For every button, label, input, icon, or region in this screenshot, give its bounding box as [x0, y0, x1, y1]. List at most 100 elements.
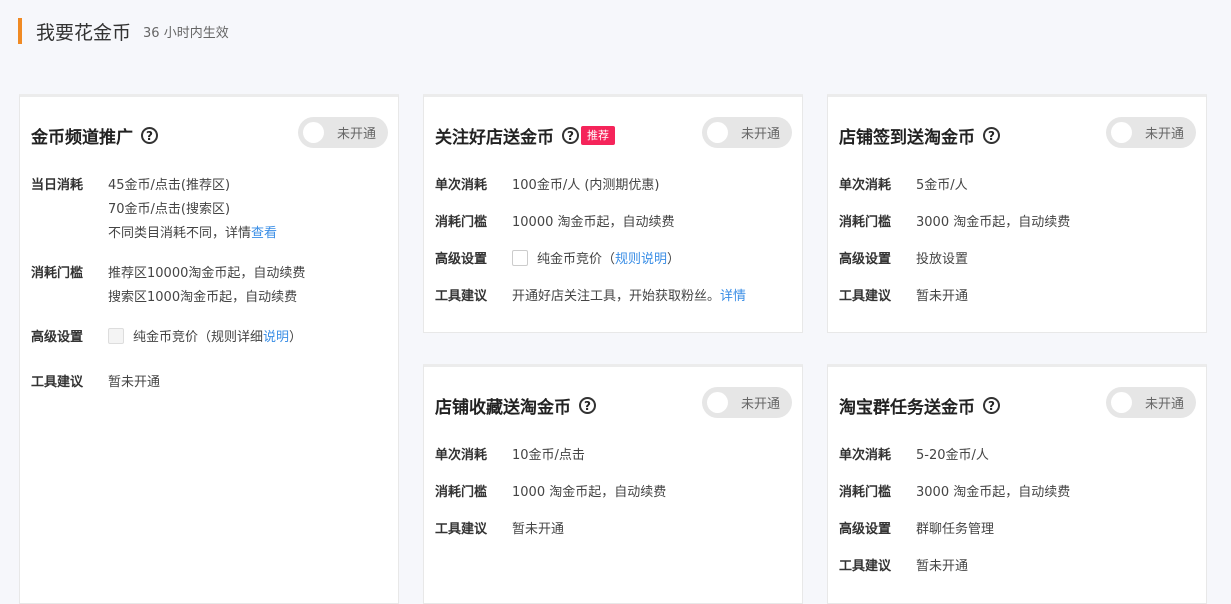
bidding-checkbox[interactable] [108, 328, 124, 344]
row-value: 暂未开通 [916, 285, 968, 309]
row-label: 工具建议 [31, 371, 108, 395]
row-value: 5-20金币/人 [916, 444, 989, 468]
toggle-label: 未开通 [337, 123, 376, 142]
row-suggestion: 工具建议 开通好店关注工具，开始获取粉丝。详情 [435, 285, 792, 309]
card-title-text: 店铺收藏送淘金币 [435, 393, 571, 418]
row-daily-cost: 当日消耗 45金币/点击(推荐区) 70金币/点击(搜索区) 不同类目消耗不同，… [31, 174, 388, 246]
row-label: 单次消耗 [435, 444, 512, 468]
enable-toggle[interactable]: 未开通 [1106, 387, 1196, 418]
toggle-knob [1111, 122, 1132, 143]
row-advanced: 高级设置 投放设置 [839, 248, 1196, 272]
row-value: 45金币/点击(推荐区) 70金币/点击(搜索区) 不同类目消耗不同，详情查看 [108, 174, 277, 246]
row-value: 开通好店关注工具，开始获取粉丝。详情 [512, 285, 746, 309]
row-value: 3000 淘金币起，自动续费 [916, 481, 1070, 505]
row-advanced: 高级设置 纯金币竞价（规则详细说明） [31, 326, 388, 350]
toggle-knob [303, 122, 324, 143]
page-title: 我要花金币 [36, 18, 131, 45]
row-value: 1000 淘金币起，自动续费 [512, 481, 666, 505]
toggle-label: 未开通 [741, 123, 780, 142]
row-advanced: 高级设置 纯金币竞价（规则说明） [435, 248, 792, 272]
row-label: 单次消耗 [839, 174, 916, 198]
enable-toggle[interactable]: 未开通 [1106, 117, 1196, 148]
bidding-text: 纯金币竞价（规则详细 [133, 330, 263, 345]
row-threshold: 消耗门槛 推荐区10000淘金币起，自动续费 搜索区1000淘金币起，自动续费 [31, 262, 388, 310]
row-value: 10金币/点击 [512, 444, 585, 468]
card-title-text: 店铺签到送淘金币 [839, 123, 975, 148]
bidding-text: 纯金币竞价（ [537, 252, 615, 267]
threshold-recommend: 推荐区10000淘金币起，自动续费 [108, 262, 305, 286]
row-label: 消耗门槛 [839, 211, 916, 235]
card-title-text: 淘宝群任务送金币 [839, 393, 975, 418]
toggle-label: 未开通 [1145, 393, 1184, 412]
row-suggestion: 工具建议 暂未开通 [435, 518, 792, 542]
card-coin-channel: 金币频道推广 ? 未开通 当日消耗 45金币/点击(推荐区) 70金币/点击(搜… [19, 94, 399, 604]
header-accent-bar [18, 18, 22, 44]
toggle-label: 未开通 [1145, 123, 1184, 142]
card-title-text: 关注好店送金币 [435, 123, 554, 148]
help-icon[interactable]: ? [141, 127, 158, 144]
row-threshold: 消耗门槛 10000 淘金币起，自动续费 [435, 211, 792, 235]
card-shop-signin: 店铺签到送淘金币 ? 未开通 单次消耗 5金币/人 消耗门槛 3000 淘金币起… [827, 94, 1207, 333]
recommend-badge: 推荐 [581, 126, 615, 145]
suggestion-text: 开通好店关注工具，开始获取粉丝。 [512, 289, 720, 304]
bidding-checkbox[interactable] [512, 250, 528, 266]
group-task-manage-link[interactable]: 群聊任务管理 [916, 518, 994, 542]
row-label: 高级设置 [31, 326, 108, 350]
row-label: 高级设置 [839, 248, 916, 272]
row-label: 消耗门槛 [31, 262, 108, 310]
help-icon[interactable]: ? [983, 397, 1000, 414]
row-value: 推荐区10000淘金币起，自动续费 搜索区1000淘金币起，自动续费 [108, 262, 305, 310]
help-icon[interactable]: ? [579, 397, 596, 414]
row-suggestion: 工具建议 暂未开通 [31, 371, 388, 395]
bidding-close: ） [667, 252, 680, 267]
view-details-link[interactable]: 查看 [251, 226, 277, 241]
row-label: 单次消耗 [435, 174, 512, 198]
toggle-knob [1111, 392, 1132, 413]
rules-link[interactable]: 说明 [263, 330, 289, 345]
row-advanced: 高级设置 群聊任务管理 [839, 518, 1196, 542]
enable-toggle[interactable]: 未开通 [702, 387, 792, 418]
card-title: 关注好店送金币 ? 推荐 [435, 123, 615, 148]
row-label: 工具建议 [839, 555, 916, 579]
row-value: 暂未开通 [108, 371, 160, 395]
bidding-close: ） [289, 330, 302, 345]
enable-toggle[interactable]: 未开通 [702, 117, 792, 148]
row-label: 工具建议 [435, 285, 512, 309]
daily-cost-recommend: 45金币/点击(推荐区) [108, 174, 277, 198]
row-value: 纯金币竞价（规则说明） [512, 248, 680, 272]
row-label: 工具建议 [839, 285, 916, 309]
help-icon[interactable]: ? [562, 127, 579, 144]
row-label: 消耗门槛 [839, 481, 916, 505]
details-link[interactable]: 详情 [720, 289, 746, 304]
row-single-cost: 单次消耗 5金币/人 [839, 174, 1196, 198]
row-label: 高级设置 [839, 518, 916, 542]
delivery-settings-link[interactable]: 投放设置 [916, 248, 968, 272]
card-group-task: 淘宝群任务送金币 ? 未开通 单次消耗 5-20金币/人 消耗门槛 3000 淘… [827, 364, 1207, 604]
toggle-label: 未开通 [741, 393, 780, 412]
daily-cost-search: 70金币/点击(搜索区) [108, 198, 277, 222]
rules-link[interactable]: 规则说明 [615, 252, 667, 267]
row-label: 消耗门槛 [435, 481, 512, 505]
row-label: 高级设置 [435, 248, 512, 272]
row-single-cost: 单次消耗 100金币/人 (内测期优惠) [435, 174, 792, 198]
row-single-cost: 单次消耗 5-20金币/人 [839, 444, 1196, 468]
card-title: 金币频道推广 ? [31, 123, 158, 148]
row-label: 单次消耗 [839, 444, 916, 468]
daily-cost-note-text: 不同类目消耗不同，详情 [108, 226, 251, 241]
card-follow-shop: 关注好店送金币 ? 推荐 未开通 单次消耗 100金币/人 (内测期优惠) 消耗… [423, 94, 803, 333]
row-threshold: 消耗门槛 3000 淘金币起，自动续费 [839, 481, 1196, 505]
help-icon[interactable]: ? [983, 127, 1000, 144]
card-details: 单次消耗 5金币/人 消耗门槛 3000 淘金币起，自动续费 高级设置 投放设置… [839, 174, 1196, 309]
row-threshold: 消耗门槛 1000 淘金币起，自动续费 [435, 481, 792, 505]
row-label: 消耗门槛 [435, 211, 512, 235]
card-details: 单次消耗 10金币/点击 消耗门槛 1000 淘金币起，自动续费 工具建议 暂未… [435, 444, 792, 542]
card-details: 当日消耗 45金币/点击(推荐区) 70金币/点击(搜索区) 不同类目消耗不同，… [31, 174, 388, 395]
row-value: 3000 淘金币起，自动续费 [916, 211, 1070, 235]
row-value: 暂未开通 [916, 555, 968, 579]
card-title: 店铺收藏送淘金币 ? [435, 393, 596, 418]
row-threshold: 消耗门槛 3000 淘金币起，自动续费 [839, 211, 1196, 235]
row-value: 纯金币竞价（规则详细说明） [108, 326, 302, 350]
enable-toggle[interactable]: 未开通 [298, 117, 388, 148]
row-label: 工具建议 [435, 518, 512, 542]
card-title: 店铺签到送淘金币 ? [839, 123, 1000, 148]
